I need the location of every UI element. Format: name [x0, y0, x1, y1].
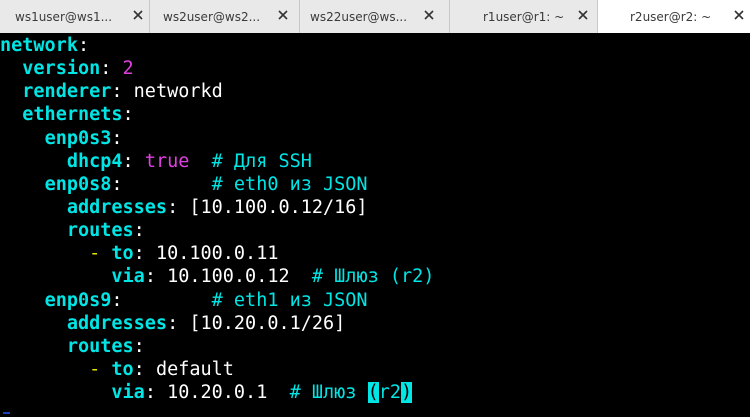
close-icon[interactable]	[733, 9, 745, 21]
terminal-line: - to: 10.100.0.11	[0, 242, 750, 265]
terminal-text: # Шлюз	[289, 382, 368, 404]
terminal-line: enp0s9: # eth1 из JSON	[0, 289, 750, 312]
terminal-text: network	[0, 35, 78, 56]
terminal-text: via	[111, 266, 145, 288]
terminal-text: :	[111, 173, 212, 195]
terminal-window: ws1user@ws1... ws2user@ws2... ws22user@w…	[0, 0, 750, 417]
terminal-text: r2	[378, 382, 401, 404]
tab-label: ws1user@ws1...	[15, 10, 113, 24]
terminal-line: version: 2	[0, 57, 750, 80]
terminal-line: via: 10.20.0.1 # Шлюз (r2)	[0, 381, 750, 404]
terminal-text: :	[100, 58, 123, 80]
terminal-text: :	[111, 289, 212, 311]
terminal-text: addresses	[66, 312, 168, 334]
tab-label: r2user@r2: ~	[630, 10, 712, 24]
close-icon[interactable]	[423, 9, 435, 21]
terminal-text: via	[111, 382, 145, 404]
tab-label: r1user@r1: ~	[483, 10, 565, 24]
terminal-text: # Шлюз (r2)	[311, 266, 435, 288]
terminal-text: # eth1 из JSON	[211, 289, 368, 311]
terminal-line: via: 10.100.0.12 # Шлюз (r2)	[0, 265, 750, 288]
terminal-text: : [10.100.0.12/16]	[167, 196, 368, 218]
terminal-text: dhcp4	[66, 150, 123, 172]
tab-r2user[interactable]: r2user@r2: ~	[598, 0, 750, 33]
terminal-text: : [10.20.0.1/26]	[167, 312, 346, 334]
terminal-cursor: (	[367, 382, 379, 404]
terminal-text: :	[122, 150, 145, 172]
tab-label: ws22user@ws...	[310, 10, 408, 24]
terminal-text: :	[77, 35, 90, 56]
terminal-text: # Для SSH	[189, 150, 312, 172]
tab-ws1user[interactable]: ws1user@ws1...	[0, 0, 150, 33]
tab-ws22user[interactable]: ws22user@ws...	[300, 0, 450, 33]
terminal-text: true	[144, 150, 190, 172]
terminal-text: 2	[122, 58, 134, 80]
terminal-text: enp0s8	[44, 173, 112, 195]
tab-label: ws2user@ws2...	[163, 10, 261, 24]
tab-ws2user[interactable]: ws2user@ws2...	[150, 0, 300, 33]
terminal-text: -	[89, 243, 112, 265]
terminal-text: : 10.100.0.11	[133, 243, 279, 265]
terminal-text: to	[111, 358, 134, 380]
terminal-text: routes	[66, 335, 134, 357]
terminal-line: enp0s8: # eth0 из JSON	[0, 173, 750, 196]
terminal-text: version	[22, 58, 101, 80]
terminal-text: :	[122, 104, 134, 126]
terminal-text: renderer	[22, 81, 112, 103]
terminal-text: # eth0 из JSON	[211, 173, 368, 195]
terminal-line: network:	[0, 34, 750, 57]
terminal-cursor: )	[401, 382, 413, 404]
terminal-text: ethernets	[22, 104, 123, 126]
terminal-text: : networkd	[111, 81, 223, 103]
terminal-output[interactable]: network: version: 2 renderer: networkd e…	[0, 33, 750, 417]
terminal-text: :	[133, 220, 145, 242]
terminal-text: :	[133, 335, 145, 357]
close-icon[interactable]	[577, 9, 589, 21]
close-icon[interactable]	[132, 9, 144, 21]
terminal-text: addresses	[66, 196, 168, 218]
terminal-text: : 10.20.0.1	[144, 382, 290, 404]
terminal-line: addresses: [10.100.0.12/16]	[0, 196, 750, 219]
terminal-line: dhcp4: true # Для SSH	[0, 150, 750, 173]
terminal-text: enp0s9	[44, 289, 112, 311]
tab-bar: ws1user@ws1... ws2user@ws2... ws22user@w…	[0, 0, 750, 33]
terminal-text: to	[111, 243, 134, 265]
terminal-text: -	[89, 358, 112, 380]
terminal-text: enp0s3	[44, 127, 112, 149]
close-icon[interactable]	[277, 9, 289, 21]
terminal-line: routes:	[0, 335, 750, 358]
terminal-line: addresses: [10.20.0.1/26]	[0, 312, 750, 335]
terminal-line: - to: default	[0, 358, 750, 381]
terminal-line: routes:	[0, 219, 750, 242]
terminal-text: :	[111, 127, 123, 149]
terminal-line: enp0s3:	[0, 127, 750, 150]
scroll-indicator	[3, 412, 10, 414]
terminal-line: ethernets:	[0, 103, 750, 126]
terminal-text: : default	[133, 358, 234, 380]
terminal-line: renderer: networkd	[0, 80, 750, 103]
terminal-text: : 10.100.0.12	[144, 266, 312, 288]
tab-r1user[interactable]: r1user@r1: ~	[450, 0, 598, 33]
terminal-text: routes	[66, 220, 134, 242]
